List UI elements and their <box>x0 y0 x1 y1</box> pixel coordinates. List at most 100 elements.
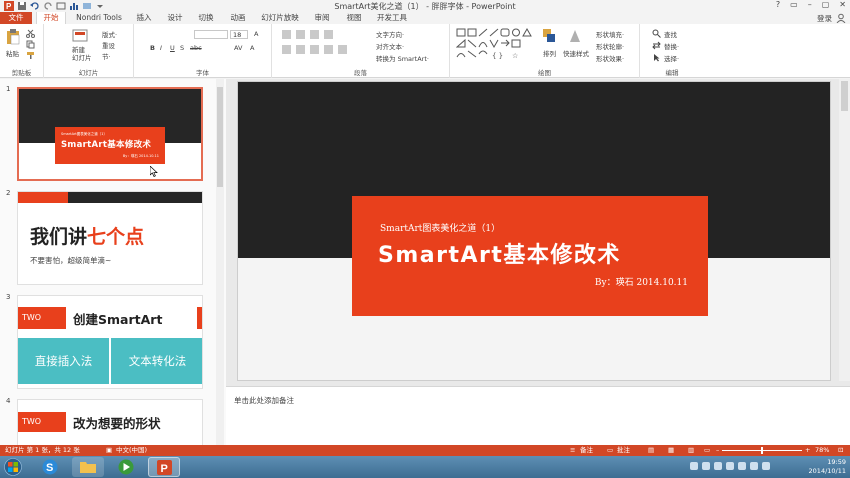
taskbar-app-player[interactable] <box>110 457 142 477</box>
fit-slide-icon[interactable]: ⊡ <box>838 445 843 456</box>
quick-styles-icon[interactable] <box>568 28 582 44</box>
decrease-indent-icon[interactable] <box>310 30 319 39</box>
font-color-icon[interactable]: A <box>250 44 254 52</box>
thumbnail-slide-2[interactable]: 我们讲七个点 不要害怕，超级简单滴~ <box>17 191 203 285</box>
thumbnail-slide-4[interactable]: TWO 改为想要的形状 <box>17 399 203 445</box>
quick-styles-button[interactable]: 快速样式 <box>563 48 589 58</box>
tab-file[interactable]: 文件 <box>0 12 32 24</box>
comments-icon[interactable]: ▭ <box>607 445 613 456</box>
numbering-icon[interactable] <box>296 30 305 39</box>
paste-icon[interactable] <box>6 29 20 45</box>
tray-app-icon[interactable] <box>702 462 710 470</box>
select-button[interactable]: 选择· <box>664 53 679 63</box>
proofing-icon[interactable]: ▣ <box>106 445 112 456</box>
underline-icon[interactable]: U <box>170 44 175 52</box>
find-button[interactable]: 查找 <box>664 29 677 39</box>
arrange-button[interactable]: 排列 <box>543 48 556 58</box>
strikethrough-icon[interactable]: abc <box>190 44 202 52</box>
scrollbar-thumb[interactable] <box>841 81 848 111</box>
layout-button[interactable]: 版式· <box>102 29 117 39</box>
ribbon-display-icon[interactable]: ▭ <box>790 0 798 9</box>
shapes-gallery[interactable]: { } ☆ <box>456 28 532 60</box>
notes-icon[interactable]: ≡ <box>570 445 575 456</box>
thumbnail-slide-3[interactable]: TWO 创建SmartArt 直接插入法 文本转化法 <box>17 295 203 389</box>
font-size-box[interactable]: 18 <box>230 30 248 39</box>
tab-home[interactable]: 开始 <box>36 12 66 24</box>
language-indicator[interactable]: 中文(中国) <box>116 445 147 456</box>
align-right-icon[interactable] <box>310 45 319 54</box>
align-text-button[interactable]: 对齐文本· <box>376 41 404 51</box>
shape-fill-button[interactable]: 形状填充· <box>596 29 624 39</box>
format-painter-icon[interactable] <box>26 51 35 60</box>
notes-button[interactable]: 备注 <box>580 445 593 456</box>
normal-view-icon[interactable]: ▤ <box>648 445 654 456</box>
tab-animations[interactable]: 动画 <box>226 12 250 24</box>
taskbar-app-sogou[interactable]: S <box>34 457 66 477</box>
slide-title[interactable]: SmartArt基本修改术 <box>378 237 621 269</box>
tab-design[interactable]: 设计 <box>163 12 187 24</box>
reading-view-icon[interactable]: ▥ <box>688 445 694 456</box>
replace-icon[interactable] <box>652 41 661 50</box>
user-icon[interactable] <box>836 13 846 23</box>
columns-icon[interactable] <box>338 45 347 54</box>
scrollbar-thumb[interactable] <box>217 87 223 187</box>
char-spacing-icon[interactable]: AV <box>234 44 242 52</box>
tab-view[interactable]: 视图 <box>342 12 366 24</box>
shadow-icon[interactable]: S <box>180 44 184 52</box>
select-icon[interactable] <box>652 53 661 62</box>
tray-app-icon[interactable] <box>714 462 722 470</box>
zoom-slider-thumb[interactable] <box>761 447 763 454</box>
tray-clock[interactable]: 19:59 2014/10/11 <box>809 458 846 476</box>
zoom-out-icon[interactable]: – <box>716 445 719 456</box>
notes-placeholder[interactable]: 单击此处添加备注 <box>234 395 294 406</box>
cut-icon[interactable] <box>26 29 35 38</box>
slide-subtitle[interactable]: SmartArt图表美化之道（1） <box>380 221 500 234</box>
font-name-box[interactable] <box>194 30 228 39</box>
tab-insert[interactable]: 插入 <box>132 12 156 24</box>
volume-icon[interactable] <box>750 462 758 470</box>
zoom-in-icon[interactable]: + <box>805 445 810 456</box>
reset-button[interactable]: 重设 <box>102 40 115 50</box>
slide-title-box[interactable]: SmartArt图表美化之道（1） SmartArt基本修改术 By：瑛石 20… <box>352 196 708 316</box>
replace-button[interactable]: 替换· <box>664 41 679 51</box>
tab-transitions[interactable]: 切换 <box>194 12 218 24</box>
text-direction-button[interactable]: 文字方向· <box>376 29 404 39</box>
network-icon[interactable] <box>738 462 746 470</box>
thumbnail-scrollbar[interactable] <box>216 79 224 445</box>
grow-font-icon[interactable]: A <box>254 30 258 38</box>
flag-icon[interactable] <box>762 462 770 470</box>
notes-pane[interactable]: 单击此处添加备注 <box>226 386 850 445</box>
find-icon[interactable] <box>652 29 661 38</box>
italic-icon[interactable]: I <box>160 44 162 52</box>
slide-byline[interactable]: By：瑛石 2014.10.11 <box>595 275 688 288</box>
help-icon[interactable]: ? <box>776 0 780 9</box>
bullets-icon[interactable] <box>282 30 291 39</box>
minimize-icon[interactable]: – <box>808 0 812 9</box>
slideshow-view-icon[interactable]: ▭ <box>704 445 710 456</box>
tab-review[interactable]: 审阅 <box>310 12 334 24</box>
windows-start-icon[interactable] <box>4 458 22 476</box>
paste-button[interactable]: 粘贴 <box>6 48 19 58</box>
comments-button[interactable]: 批注 <box>617 445 630 456</box>
slide-scrollbar[interactable] <box>839 79 850 381</box>
zoom-level[interactable]: 78% <box>815 445 829 456</box>
bold-icon[interactable]: B <box>150 44 155 52</box>
new-slide-icon[interactable] <box>72 28 88 44</box>
section-button[interactable]: 节· <box>102 51 111 61</box>
current-slide[interactable]: SmartArt图表美化之道（1） SmartArt基本修改术 By：瑛石 20… <box>238 82 830 380</box>
align-left-icon[interactable] <box>282 45 291 54</box>
sign-in-link[interactable]: 登录 <box>817 13 832 24</box>
copy-icon[interactable] <box>26 40 35 49</box>
tray-app-icon[interactable] <box>690 462 698 470</box>
convert-smartart-button[interactable]: 转换为 SmartArt· <box>376 53 429 63</box>
slide-sorter-icon[interactable]: ▦ <box>668 445 674 456</box>
tray-app-icon[interactable] <box>726 462 734 470</box>
maximize-icon[interactable]: ▢ <box>822 0 830 9</box>
close-icon[interactable]: ✕ <box>839 0 846 9</box>
justify-icon[interactable] <box>324 45 333 54</box>
taskbar-app-explorer[interactable] <box>72 457 104 477</box>
arrange-icon[interactable] <box>542 28 556 44</box>
tab-developer[interactable]: 开发工具 <box>373 12 411 24</box>
new-slide-button[interactable]: 新建 幻灯片 <box>72 46 92 62</box>
align-center-icon[interactable] <box>296 45 305 54</box>
